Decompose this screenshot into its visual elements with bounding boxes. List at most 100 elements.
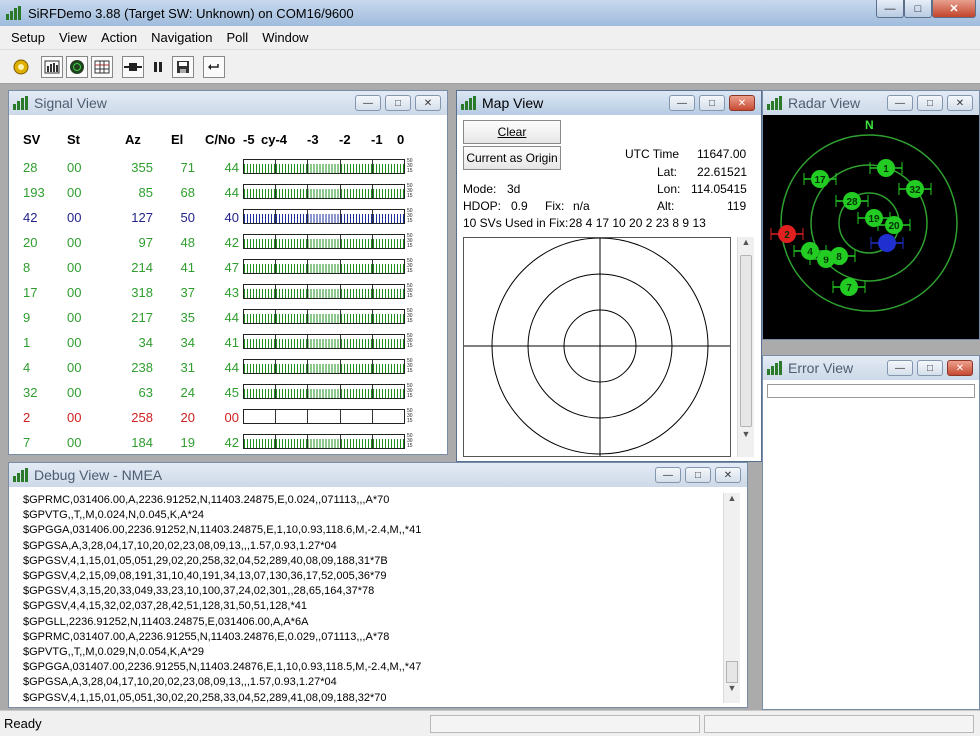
signal-view-maximize-button[interactable]: □	[385, 95, 411, 111]
signal-strength-bar	[243, 159, 405, 174]
debug-view-maximize-button[interactable]: □	[685, 467, 711, 483]
tick-label: 15	[407, 443, 413, 449]
mdi-workspace: Signal View — □ ✕ SV St Az El C/No -5 cy…	[0, 85, 980, 710]
menu-action[interactable]: Action	[94, 30, 144, 45]
signal-bar-segment	[244, 335, 277, 348]
signal-bar-segment	[372, 285, 405, 298]
tick-label: 15	[407, 318, 413, 324]
map-plot	[463, 237, 731, 457]
map-view-close-button[interactable]: ✕	[729, 95, 755, 111]
signal-view-icon[interactable]	[41, 55, 63, 78]
signal-bar-segment	[276, 360, 309, 373]
radar-satellite-label: 28	[846, 197, 858, 208]
grid-view-icon[interactable]	[91, 55, 113, 78]
nmea-line: $GPGGA,031406.00,2236.91252,N,11403.2487…	[23, 524, 422, 537]
signal-ticks: 50 30 15	[407, 184, 413, 199]
tick-label: 15	[407, 418, 413, 424]
signal-bar-segment	[244, 185, 277, 198]
menu-bar: Setup View Action Navigation Poll Window	[0, 26, 980, 50]
cno-cell: 44	[224, 309, 239, 325]
header-sv: SV	[23, 132, 41, 147]
menu-view[interactable]: View	[52, 30, 94, 45]
radar-satellite: 32	[898, 180, 932, 198]
close-button[interactable]: ✕	[932, 0, 976, 18]
radar-view-titlebar[interactable]: Radar View — □ ✕	[763, 91, 979, 115]
scale-label-2: cy-4	[261, 132, 288, 147]
signal-bar-segment	[340, 385, 373, 398]
radar-view-maximize-button[interactable]: □	[917, 95, 943, 111]
scroll-up-icon[interactable]: ▲	[738, 237, 754, 253]
debug-scroll-down-icon[interactable]: ▼	[724, 683, 740, 699]
map-view-titlebar[interactable]: Map View — □ ✕	[457, 91, 761, 115]
debug-view-titlebar[interactable]: Debug View - NMEA — □ ✕	[9, 463, 747, 487]
pause-icon[interactable]	[147, 56, 169, 78]
cno-cell: 44	[224, 159, 239, 175]
radar-satellite	[870, 234, 904, 252]
radar-satellite-label: 2	[784, 230, 790, 241]
signal-bar-segment	[244, 285, 277, 298]
fix-value: n/a	[573, 199, 590, 213]
connect-icon[interactable]	[122, 55, 144, 78]
clear-button[interactable]: Clear	[463, 120, 561, 144]
reset-icon[interactable]	[203, 55, 225, 78]
radar-view-icon[interactable]	[66, 55, 88, 78]
radar-satellite-label: 8	[836, 252, 842, 263]
signal-bar-segment	[244, 235, 277, 248]
gear-icon[interactable]	[10, 56, 32, 78]
signal-bar-segment	[372, 260, 405, 273]
debug-view-minimize-button[interactable]: —	[655, 467, 681, 483]
error-view-minimize-button[interactable]: —	[887, 360, 913, 376]
status-cell: 00	[67, 409, 82, 425]
current-as-origin-button[interactable]: Current as Origin	[463, 146, 561, 170]
signal-view-minimize-button[interactable]: —	[355, 95, 381, 111]
map-scrollbar[interactable]: ▲ ▼	[737, 237, 754, 457]
cno-cell: 44	[224, 184, 239, 200]
signal-strength-bar	[243, 309, 405, 324]
tick-label: 15	[407, 293, 413, 299]
status-text: Ready	[4, 716, 42, 731]
debug-scroll-up-icon[interactable]: ▲	[724, 493, 740, 509]
error-view-titlebar[interactable]: Error View — □ ✕	[763, 356, 979, 380]
menu-poll[interactable]: Poll	[220, 30, 256, 45]
debug-scrollbar[interactable]: ▲ ▼	[723, 493, 740, 703]
debug-scrollbar-thumb[interactable]	[726, 661, 738, 683]
error-list[interactable]	[767, 384, 975, 398]
nmea-log[interactable]: $GPRMC,031406.00,A,2236.91252,N,11403.24…	[23, 493, 421, 706]
signal-bar-segment	[340, 360, 373, 373]
maximize-button[interactable]: □	[904, 0, 932, 18]
signal-view-close-button[interactable]: ✕	[415, 95, 441, 111]
map-scrollbar-thumb[interactable]	[740, 255, 752, 427]
nmea-line: $GPGSV,4,1,15,01,05,051,29,02,20,258,32,…	[23, 554, 388, 567]
save-icon[interactable]	[172, 55, 194, 78]
sv-cell: 8	[23, 259, 31, 275]
elevation-cell: 41	[180, 259, 195, 275]
radar-view-minimize-button[interactable]: —	[887, 95, 913, 111]
radar-satellite: 17	[803, 170, 837, 188]
cno-cell: 00	[224, 409, 239, 425]
scroll-down-icon[interactable]: ▼	[738, 429, 754, 445]
signal-row: 32 00 63 24 45	[23, 382, 245, 402]
map-view-minimize-button[interactable]: —	[669, 95, 695, 111]
menu-window[interactable]: Window	[255, 30, 315, 45]
error-view-icon	[767, 361, 782, 375]
signal-row: 28 00 355 71 44	[23, 157, 245, 177]
azimuth-cell: 63	[138, 384, 153, 400]
signal-bar-segment	[244, 260, 277, 273]
sv-cell: 28	[23, 159, 38, 175]
debug-view-close-button[interactable]: ✕	[715, 467, 741, 483]
map-view-maximize-button[interactable]: □	[699, 95, 725, 111]
menu-navigation[interactable]: Navigation	[144, 30, 219, 45]
radar-view-close-button[interactable]: ✕	[947, 95, 973, 111]
signal-view-titlebar[interactable]: Signal View — □ ✕	[9, 91, 447, 115]
signal-view-title: Signal View	[34, 95, 107, 111]
elevation-cell: 71	[180, 159, 195, 175]
error-view-close-button[interactable]: ✕	[947, 360, 973, 376]
menu-setup[interactable]: Setup	[4, 30, 52, 45]
minimize-button[interactable]: —	[876, 0, 904, 18]
error-view-maximize-button[interactable]: □	[917, 360, 943, 376]
signal-strength-bar	[243, 209, 405, 224]
status-cell: 00	[67, 234, 82, 250]
radar-satellite-label: 17	[814, 175, 826, 186]
signal-bar-segment	[308, 235, 341, 248]
signal-row: 7 00 184 19 42	[23, 432, 245, 452]
